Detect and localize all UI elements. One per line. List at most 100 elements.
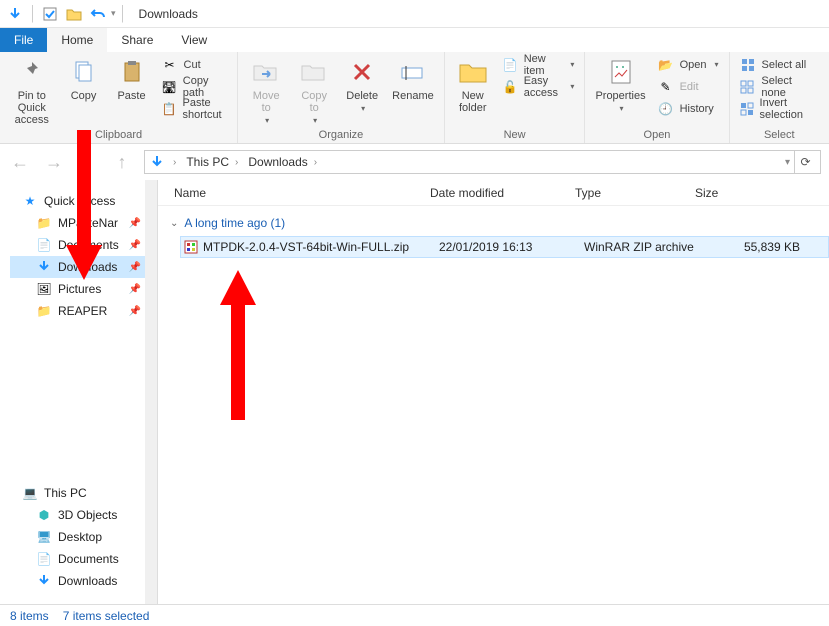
tab-view[interactable]: View bbox=[167, 28, 221, 52]
breadcrumb-downloads[interactable]: Downloads› bbox=[246, 155, 323, 169]
address-dropdown[interactable]: ▾ bbox=[783, 157, 792, 168]
group-header[interactable]: ⌄ A long time ago (1) bbox=[166, 212, 829, 236]
delete-button[interactable]: Delete▾ bbox=[340, 54, 384, 115]
status-selected-count: 7 items selected bbox=[63, 609, 150, 623]
down-arrow-icon bbox=[149, 154, 165, 170]
separator bbox=[32, 5, 33, 23]
file-name: MTPDK-2.0.4-VST-64bit-Win-FULL.zip bbox=[199, 240, 439, 254]
easy-access-icon: 🔓 bbox=[503, 79, 518, 95]
shortcut-icon: 📋 bbox=[162, 101, 177, 117]
main-area: ★ Quick access 📁MPasteNar📌 📄Documents📌 D… bbox=[0, 180, 829, 604]
copy-path-button[interactable]: 🛣Copy path bbox=[158, 76, 232, 97]
pin-icon: 📌 bbox=[129, 284, 141, 295]
documents-icon: 📄 bbox=[36, 551, 52, 567]
pin-to-quick-access-button[interactable]: Pin to Quick access bbox=[6, 54, 58, 128]
history-button[interactable]: 🕘History bbox=[654, 98, 723, 119]
delete-icon bbox=[346, 56, 378, 88]
column-headers: Name Date modified Type Size bbox=[158, 180, 829, 206]
tab-file[interactable]: File bbox=[0, 28, 47, 52]
up-button[interactable]: ↑ bbox=[110, 150, 134, 174]
address-bar[interactable]: › This PC› Downloads› ▾ ⟳ bbox=[144, 150, 821, 174]
path-icon: 🛣 bbox=[162, 79, 177, 95]
undo-icon[interactable] bbox=[87, 3, 109, 25]
col-header-name[interactable]: Name bbox=[174, 186, 430, 200]
new-folder-icon bbox=[457, 56, 489, 88]
group-label-organize: Organize bbox=[244, 128, 438, 143]
sidebar-documents-pc[interactable]: 📄Documents bbox=[10, 548, 157, 570]
sidebar-item-0[interactable]: 📁MPasteNar📌 bbox=[10, 212, 157, 234]
group-label-open: Open bbox=[591, 128, 722, 143]
sidebar-item-documents[interactable]: 📄Documents📌 bbox=[10, 234, 157, 256]
pin-icon: 📌 bbox=[129, 262, 141, 273]
chevron-down-icon: ⌄ bbox=[170, 218, 178, 229]
sidebar-this-pc[interactable]: 💻This PC bbox=[10, 482, 157, 504]
breadcrumb-this-pc[interactable]: This PC› bbox=[184, 155, 244, 169]
select-all-button[interactable]: Select all bbox=[736, 54, 823, 75]
pin-icon: 📌 bbox=[129, 240, 141, 251]
address-row: ← → ▾ ↑ › This PC› Downloads› ▾ ⟳ bbox=[0, 144, 829, 180]
ribbon-group-new: New folder 📄New item▾ 🔓Easy access▾ New bbox=[445, 52, 586, 143]
back-button[interactable]: ← bbox=[8, 150, 32, 174]
move-to-button[interactable]: Move to▾ bbox=[244, 54, 288, 127]
window-title: Downloads bbox=[139, 7, 198, 21]
tab-home[interactable]: Home bbox=[47, 28, 107, 52]
desktop-icon: 🖥 bbox=[36, 529, 52, 545]
col-header-size[interactable]: Size bbox=[695, 186, 795, 200]
sidebar-downloads-pc[interactable]: Downloads bbox=[10, 570, 157, 592]
paste-button[interactable]: Paste bbox=[110, 54, 154, 104]
move-to-icon bbox=[250, 56, 282, 88]
recent-dropdown[interactable]: ▾ bbox=[76, 150, 100, 174]
select-none-icon bbox=[740, 79, 756, 95]
separator bbox=[122, 5, 123, 23]
open-icon: 📂 bbox=[658, 57, 674, 73]
sidebar-quick-access[interactable]: ★ Quick access bbox=[10, 190, 157, 212]
new-folder-button[interactable]: New folder bbox=[451, 54, 495, 116]
ribbon-group-clipboard: Pin to Quick access Copy Paste ✂Cut 🛣Cop… bbox=[0, 52, 238, 143]
refresh-button[interactable]: ⟳ bbox=[794, 151, 816, 173]
sidebar-item-pictures[interactable]: 🖼Pictures📌 bbox=[10, 278, 157, 300]
file-date: 22/01/2019 16:13 bbox=[439, 240, 584, 254]
pin-icon: 📌 bbox=[129, 306, 141, 317]
zip-file-icon bbox=[183, 239, 199, 255]
cut-button[interactable]: ✂Cut bbox=[158, 54, 232, 75]
sidebar-item-reaper[interactable]: 📁REAPER📌 bbox=[10, 300, 157, 322]
sidebar-desktop[interactable]: 🖥Desktop bbox=[10, 526, 157, 548]
open-button[interactable]: 📂Open▾ bbox=[654, 54, 723, 75]
scrollbar[interactable] bbox=[145, 180, 157, 604]
copy-to-button[interactable]: Copy to▾ bbox=[292, 54, 336, 127]
col-header-type[interactable]: Type bbox=[575, 186, 695, 200]
tab-share[interactable]: Share bbox=[107, 28, 167, 52]
copy-icon bbox=[68, 56, 100, 88]
sidebar-3d-objects[interactable]: ⬢3D Objects bbox=[10, 504, 157, 526]
folder-icon: 📁 bbox=[36, 215, 52, 231]
pc-icon: 💻 bbox=[22, 485, 38, 501]
properties-button[interactable]: Properties▾ bbox=[591, 54, 649, 115]
history-icon: 🕘 bbox=[658, 101, 674, 117]
status-item-count: 8 items bbox=[10, 609, 49, 623]
paste-shortcut-button[interactable]: 📋Paste shortcut bbox=[158, 98, 232, 119]
rename-button[interactable]: Rename bbox=[388, 54, 438, 104]
ribbon-tabs: File Home Share View bbox=[0, 28, 829, 52]
sidebar-item-downloads[interactable]: Downloads📌 bbox=[10, 256, 157, 278]
invert-selection-button[interactable]: Invert selection bbox=[736, 98, 823, 119]
col-header-date[interactable]: Date modified bbox=[430, 186, 575, 200]
file-row[interactable]: MTPDK-2.0.4-VST-64bit-Win-FULL.zip 22/01… bbox=[180, 236, 829, 258]
navigation-pane: ★ Quick access 📁MPasteNar📌 📄Documents📌 D… bbox=[0, 180, 158, 604]
cube-icon: ⬢ bbox=[36, 507, 52, 523]
folder-icon[interactable] bbox=[63, 3, 85, 25]
group-label-new: New bbox=[451, 128, 579, 143]
ribbon-group-select: Select all Select none Invert selection … bbox=[730, 52, 829, 143]
properties-icon bbox=[605, 56, 637, 88]
copy-button[interactable]: Copy bbox=[62, 54, 106, 104]
down-arrow-icon[interactable] bbox=[4, 3, 26, 25]
forward-button[interactable]: → bbox=[42, 150, 66, 174]
checkbox-icon[interactable] bbox=[39, 3, 61, 25]
star-icon: ★ bbox=[22, 193, 38, 209]
edit-button[interactable]: ✎Edit bbox=[654, 76, 723, 97]
new-item-button[interactable]: 📄New item▾ bbox=[499, 54, 579, 75]
easy-access-button[interactable]: 🔓Easy access▾ bbox=[499, 76, 579, 97]
file-area[interactable]: ⌄ A long time ago (1) MTPDK-2.0.4-VST-64… bbox=[158, 206, 829, 604]
select-none-button[interactable]: Select none bbox=[736, 76, 823, 97]
title-bar: ▾ Downloads bbox=[0, 0, 829, 28]
invert-icon bbox=[740, 101, 754, 117]
